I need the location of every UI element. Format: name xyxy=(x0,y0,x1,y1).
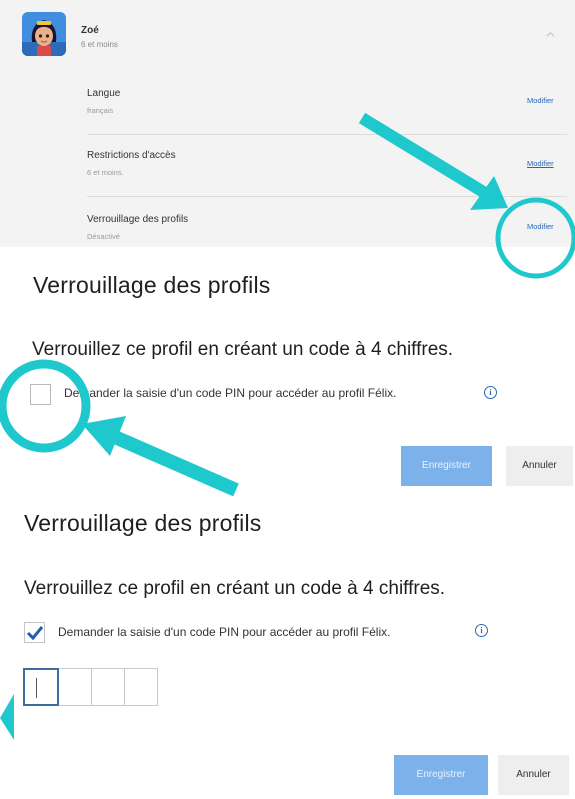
annotation-arrow xyxy=(358,112,494,202)
annotation-overlay xyxy=(0,112,575,740)
annotation-circle xyxy=(0,359,91,453)
annotation-arrowhead xyxy=(0,694,14,740)
annotation-circle xyxy=(495,197,575,279)
annotation-arrow xyxy=(105,427,239,497)
